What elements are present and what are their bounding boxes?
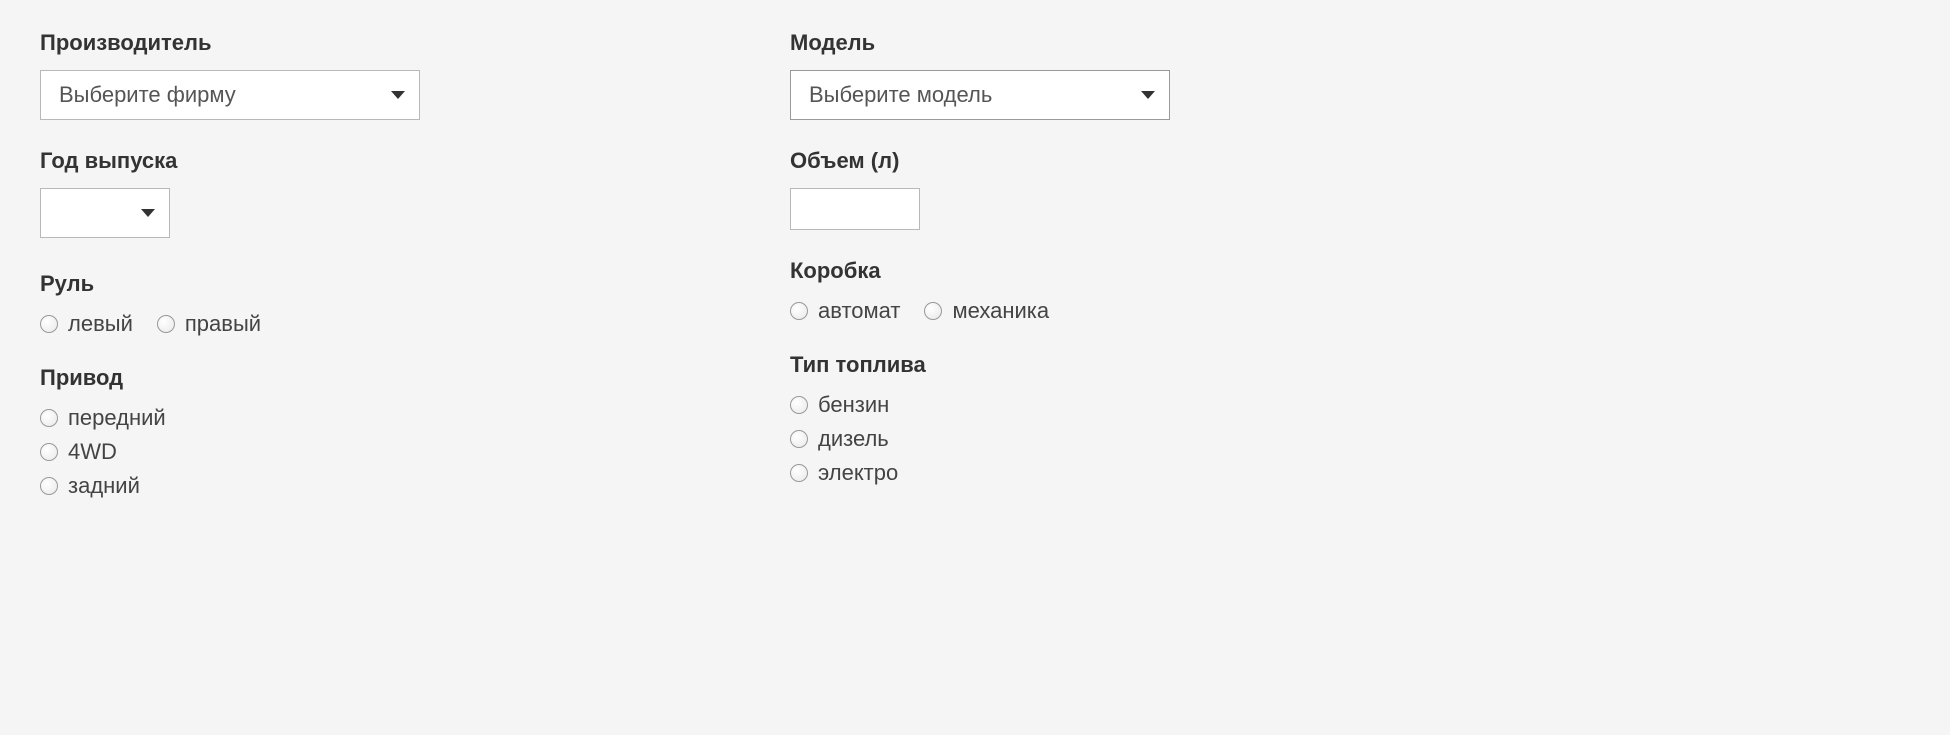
gearbox-options: автомат механика	[790, 298, 1170, 324]
model-field: Модель Выберите модель	[790, 30, 1170, 120]
right-column: Модель Выберите модель Объем (л) Коробка…	[790, 30, 1170, 527]
radio-label: электро	[818, 460, 898, 486]
radio-label: дизель	[818, 426, 889, 452]
year-field: Год выпуска	[40, 148, 420, 243]
vehicle-filter-form: Производитель Выберите фирму Год выпуска…	[40, 30, 1910, 527]
radio-label: механика	[952, 298, 1049, 324]
model-value: Выберите модель	[791, 71, 1169, 119]
radio-icon	[40, 477, 58, 495]
radio-icon	[40, 315, 58, 333]
fuel-field: Тип топлива бензин дизель электро	[790, 352, 1170, 486]
drive-options: передний 4WD задний	[40, 405, 420, 499]
radio-label: автомат	[818, 298, 900, 324]
manufacturer-value: Выберите фирму	[41, 71, 419, 119]
radio-icon	[40, 409, 58, 427]
gearbox-option-auto[interactable]: автомат	[790, 298, 900, 324]
left-column: Производитель Выберите фирму Год выпуска…	[40, 30, 420, 527]
model-label: Модель	[790, 30, 1170, 56]
radio-label: правый	[185, 311, 261, 337]
radio-icon	[790, 464, 808, 482]
year-label: Год выпуска	[40, 148, 420, 174]
model-select[interactable]: Выберите модель	[790, 70, 1170, 120]
manufacturer-label: Производитель	[40, 30, 420, 56]
steering-option-right[interactable]: правый	[157, 311, 261, 337]
fuel-options: бензин дизель электро	[790, 392, 1170, 486]
manufacturer-select[interactable]: Выберите фирму	[40, 70, 420, 120]
drive-field: Привод передний 4WD задний	[40, 365, 420, 499]
radio-icon	[924, 302, 942, 320]
radio-icon	[790, 396, 808, 414]
radio-icon	[157, 315, 175, 333]
gearbox-field: Коробка автомат механика	[790, 258, 1170, 324]
year-select[interactable]	[40, 188, 170, 238]
radio-icon	[790, 430, 808, 448]
steering-label: Руль	[40, 271, 420, 297]
radio-label: левый	[68, 311, 133, 337]
radio-label: 4WD	[68, 439, 117, 465]
steering-field: Руль левый правый	[40, 271, 420, 337]
chevron-down-icon	[1141, 91, 1155, 99]
fuel-option-petrol[interactable]: бензин	[790, 392, 1170, 418]
radio-label: бензин	[818, 392, 889, 418]
gearbox-label: Коробка	[790, 258, 1170, 284]
radio-label: передний	[68, 405, 166, 431]
volume-label: Объем (л)	[790, 148, 1170, 174]
radio-icon	[790, 302, 808, 320]
steering-option-left[interactable]: левый	[40, 311, 133, 337]
drive-label: Привод	[40, 365, 420, 391]
drive-option-rear[interactable]: задний	[40, 473, 420, 499]
gearbox-option-manual[interactable]: механика	[924, 298, 1049, 324]
fuel-label: Тип топлива	[790, 352, 1170, 378]
fuel-option-electric[interactable]: электро	[790, 460, 1170, 486]
drive-option-4wd[interactable]: 4WD	[40, 439, 420, 465]
fuel-option-diesel[interactable]: дизель	[790, 426, 1170, 452]
volume-input[interactable]	[790, 188, 920, 230]
drive-option-front[interactable]: передний	[40, 405, 420, 431]
manufacturer-field: Производитель Выберите фирму	[40, 30, 420, 120]
chevron-down-icon	[141, 209, 155, 217]
radio-icon	[40, 443, 58, 461]
steering-options: левый правый	[40, 311, 420, 337]
chevron-down-icon	[391, 91, 405, 99]
radio-label: задний	[68, 473, 140, 499]
volume-field: Объем (л)	[790, 148, 1170, 230]
